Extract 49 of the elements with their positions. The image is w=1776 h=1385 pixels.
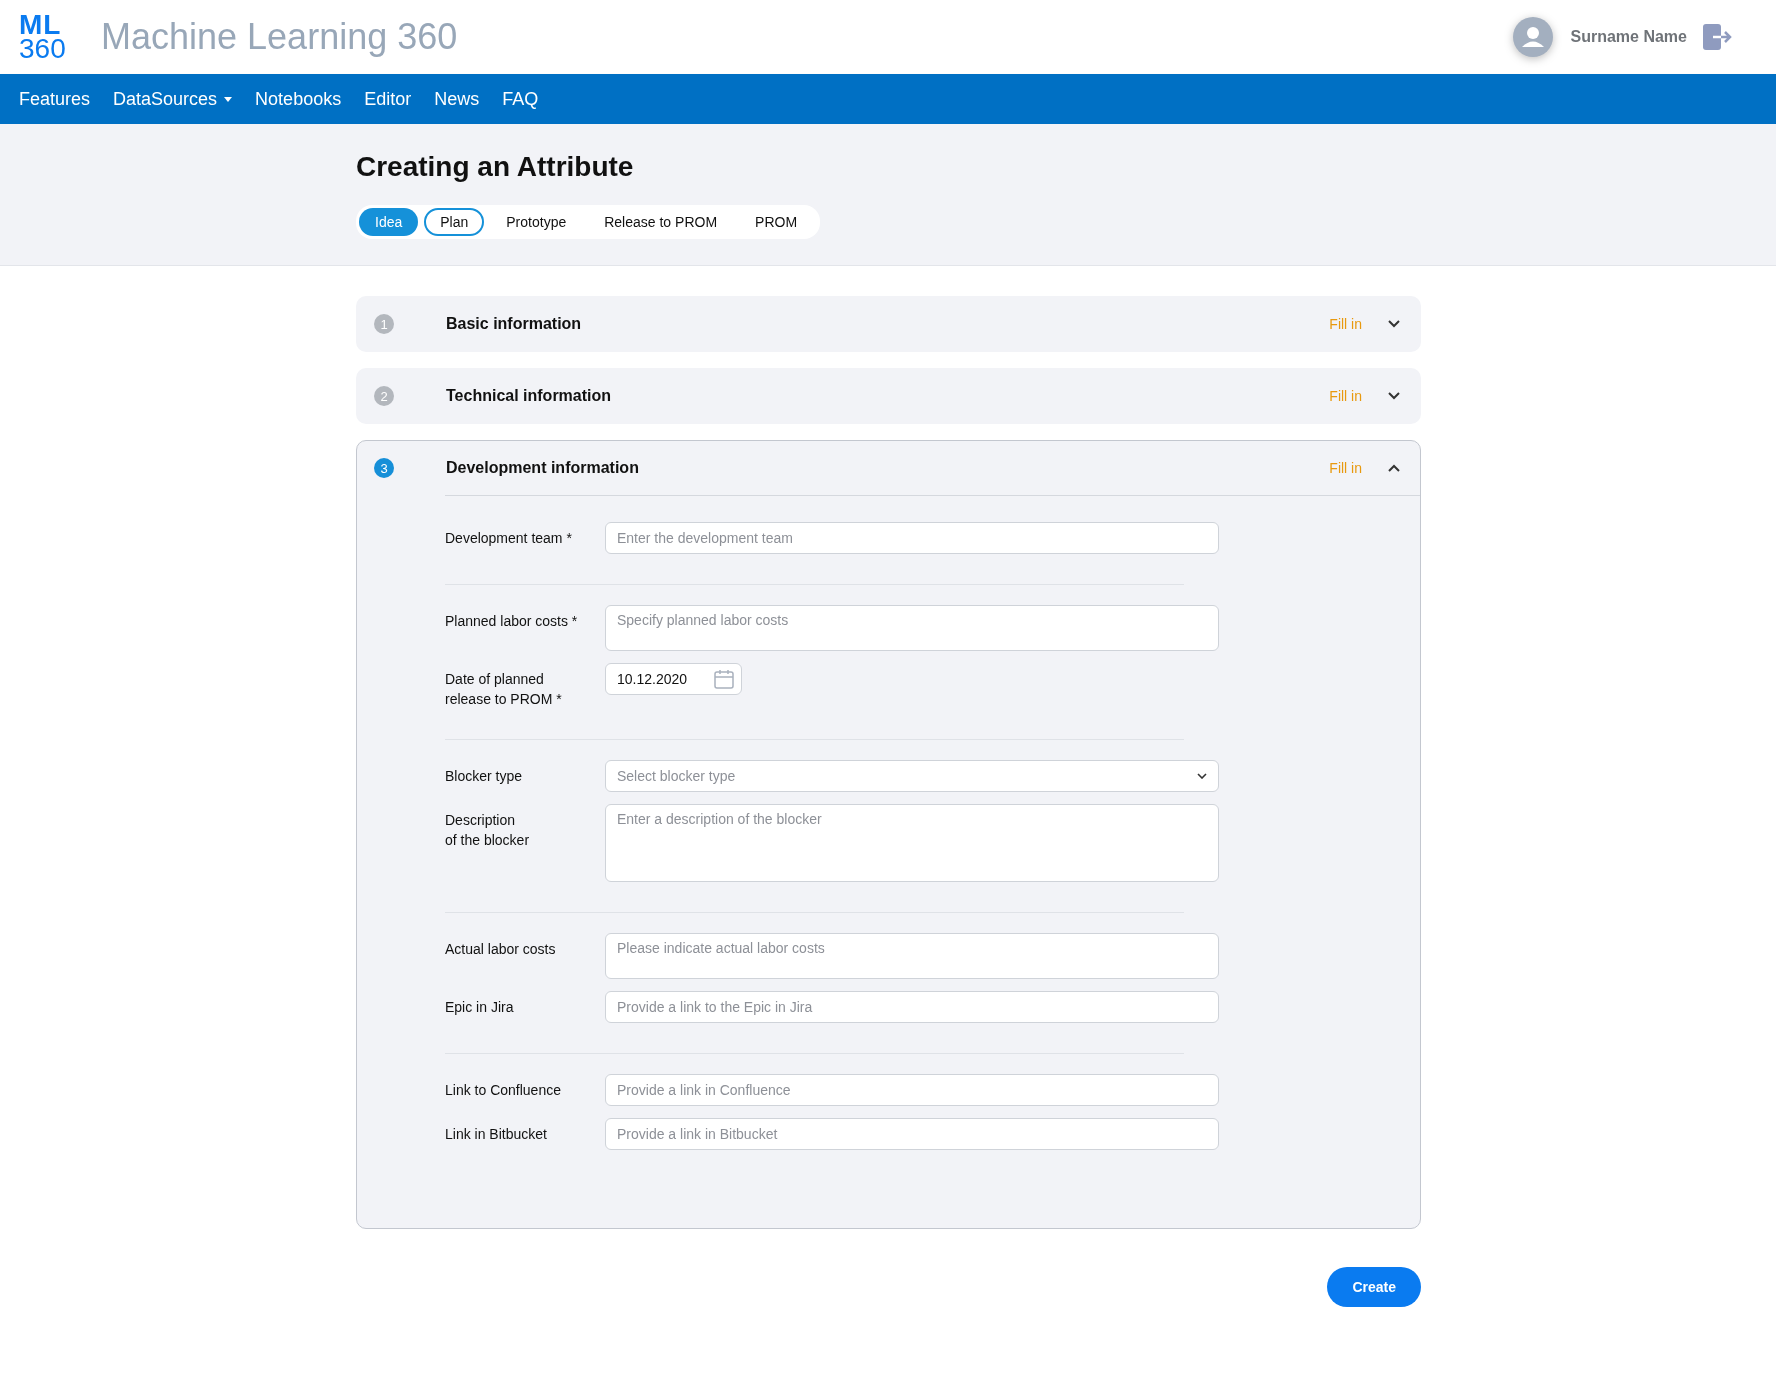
date-field[interactable]: 10.12.2020 bbox=[605, 663, 742, 695]
field-label: Description of the blocker bbox=[445, 811, 531, 850]
field-label: Link in Bitbucket bbox=[445, 1125, 548, 1144]
step-number: 2 bbox=[374, 386, 394, 406]
stage-tab[interactable]: Idea bbox=[359, 208, 419, 236]
chevron-down-icon[interactable] bbox=[1388, 392, 1400, 400]
create-button[interactable]: Create bbox=[1327, 1267, 1421, 1307]
section-status: Fill in bbox=[1329, 460, 1362, 476]
field-label: Date of planned release to PROM * bbox=[445, 670, 563, 709]
nav-link[interactable]: DataSources bbox=[113, 88, 233, 110]
section-status: Fill in bbox=[1329, 316, 1362, 332]
field-label: Blocker type bbox=[445, 767, 524, 786]
stage-tab[interactable]: Prototype bbox=[490, 208, 583, 236]
nav-link[interactable]: Features bbox=[19, 88, 91, 110]
field-label: Development team * bbox=[445, 529, 573, 548]
nav-link[interactable]: Notebooks bbox=[255, 88, 342, 110]
text-area[interactable]: Please indicate actual labor costs bbox=[605, 933, 1219, 979]
user-name: Surname Name bbox=[1570, 28, 1687, 46]
nav-link[interactable]: News bbox=[434, 88, 480, 110]
step-number: 3 bbox=[374, 458, 394, 478]
section-title[interactable]: Technical information bbox=[446, 387, 1330, 405]
app-title: Machine Learning 360 bbox=[101, 16, 458, 58]
input-field[interactable]: Provide a link in Confluence bbox=[605, 1074, 1219, 1106]
section-title[interactable]: Basic information bbox=[446, 315, 1330, 333]
step-number: 1 bbox=[374, 314, 394, 334]
text-area[interactable]: Specify planned labor costs bbox=[605, 605, 1219, 651]
input-field[interactable]: Provide a link to the Epic in Jira bbox=[605, 991, 1219, 1023]
section-status: Fill in bbox=[1329, 388, 1362, 404]
nav-link[interactable]: FAQ bbox=[502, 88, 539, 110]
chevron-down-icon bbox=[1197, 773, 1207, 779]
stage-tab[interactable]: Release to PROM bbox=[588, 208, 734, 236]
page-title: Creating an Attribute bbox=[356, 150, 635, 183]
caret-icon bbox=[224, 96, 233, 102]
stage-tab[interactable]: Plan bbox=[424, 208, 485, 236]
field-label: Epic in Jira bbox=[445, 998, 515, 1017]
section-title[interactable]: Development information bbox=[446, 459, 1330, 477]
logout-icon[interactable] bbox=[1703, 24, 1733, 50]
dropdown-field[interactable]: Select blocker type bbox=[605, 760, 1219, 792]
stage-tab[interactable]: PROM bbox=[739, 208, 814, 236]
input-field[interactable]: Enter the development team bbox=[605, 522, 1219, 554]
field-label: Link to Confluence bbox=[445, 1081, 562, 1100]
chevron-down-icon[interactable] bbox=[1388, 320, 1400, 328]
text-area[interactable]: Enter a description of the blocker bbox=[605, 804, 1219, 882]
nav-link[interactable]: Editor bbox=[364, 88, 412, 110]
app-logo[interactable]: ML 360 bbox=[19, 13, 69, 61]
field-label: Actual labor costs bbox=[445, 940, 557, 959]
input-field[interactable]: Provide a link in Bitbucket bbox=[605, 1118, 1219, 1150]
chevron-up-icon[interactable] bbox=[1388, 464, 1400, 472]
field-label: Planned labor costs * bbox=[445, 612, 579, 631]
